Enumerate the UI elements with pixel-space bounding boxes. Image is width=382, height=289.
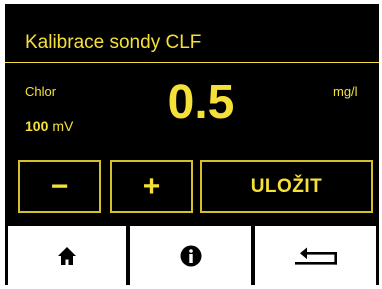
back-button[interactable] bbox=[255, 226, 376, 285]
mv-readout: 100 mV bbox=[25, 119, 73, 133]
mv-unit: mV bbox=[52, 118, 74, 134]
save-label: ULOŽIT bbox=[250, 176, 323, 197]
plus-label: + bbox=[142, 169, 161, 203]
title-divider bbox=[5, 62, 379, 63]
info-icon bbox=[180, 245, 201, 266]
return-arrow-icon bbox=[294, 247, 337, 265]
decrease-button[interactable]: − bbox=[18, 160, 101, 213]
parameter-name: Chlor bbox=[25, 84, 57, 99]
value-unit: mg/l bbox=[333, 84, 358, 99]
minus-label: − bbox=[50, 169, 69, 203]
save-button[interactable]: ULOŽIT bbox=[200, 160, 373, 213]
screen-title: Kalibrace sondy CLF bbox=[25, 32, 202, 53]
home-button[interactable] bbox=[8, 226, 126, 285]
info-button[interactable] bbox=[130, 226, 251, 285]
home-icon bbox=[58, 246, 76, 265]
calibration-screen: Kalibrace sondy CLF Chlor 100 mV 0.5 mg/l… bbox=[5, 4, 379, 285]
mv-value: 100 bbox=[25, 118, 49, 134]
increase-button[interactable]: + bbox=[110, 160, 193, 213]
measured-value: 0.5 bbox=[167, 76, 235, 129]
